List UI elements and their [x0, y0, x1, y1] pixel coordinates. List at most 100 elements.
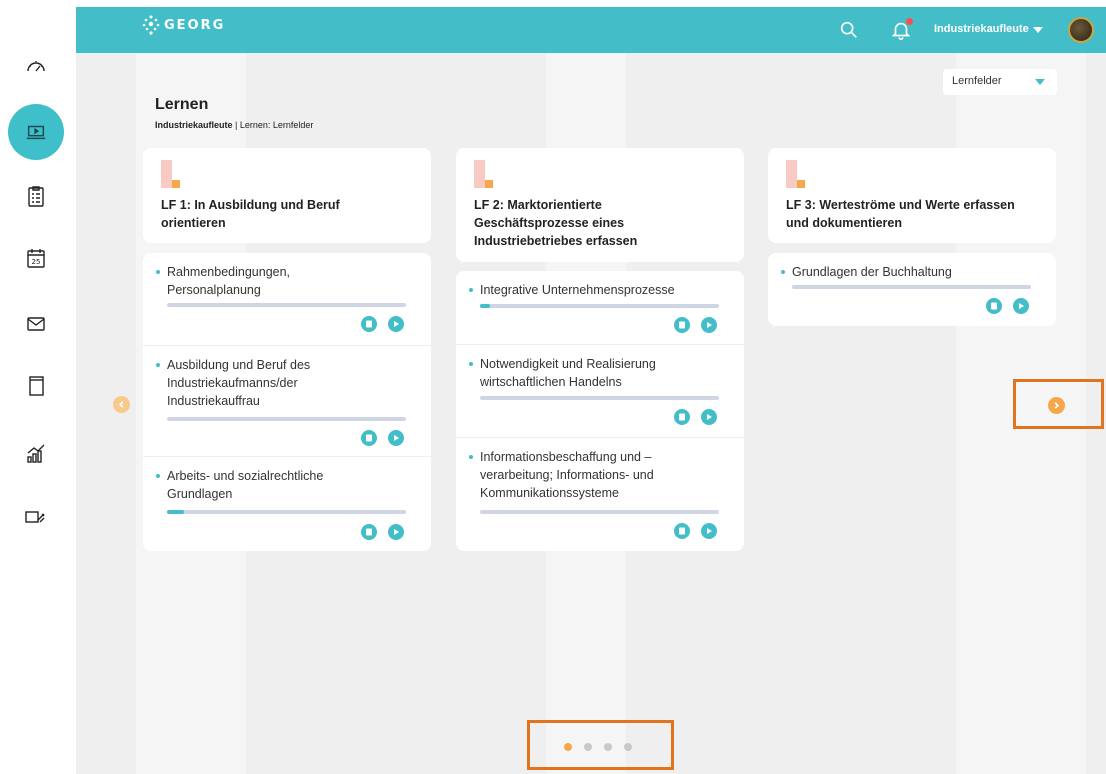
- list-item[interactable]: Grundlagen der Buchhaltung: [768, 253, 1056, 326]
- search-icon[interactable]: [838, 19, 860, 41]
- play-icon: [394, 435, 399, 441]
- highlight-box: [1013, 379, 1104, 429]
- lernfeld-title: LF 1: In Ausbildung und Beruf orientieren: [161, 198, 340, 230]
- topic-label: Informationsbeschaffung und – verarbeitun…: [480, 450, 654, 500]
- progress-bar: [480, 396, 719, 400]
- progress-bar: [167, 510, 406, 514]
- topic-label: Integrative Unternehmensprozesse: [480, 283, 675, 297]
- play-button[interactable]: [701, 409, 717, 425]
- topic-list: Grundlagen der Buchhaltung: [768, 253, 1056, 326]
- user-course-name[interactable]: Industriekaufleute: [934, 23, 1029, 35]
- main-content: GEORG Industriekaufleute Lernfelder Lern…: [76, 7, 1106, 774]
- play-icon: [394, 529, 399, 535]
- notes-button[interactable]: [986, 298, 1002, 314]
- play-button[interactable]: [701, 523, 717, 539]
- notification-badge: [906, 18, 913, 25]
- notes-button[interactable]: [361, 524, 377, 540]
- play-icon: [707, 528, 712, 534]
- clipboard-icon: [366, 320, 372, 328]
- calendar-day-label: 25: [32, 258, 41, 266]
- play-button[interactable]: [1013, 298, 1029, 314]
- dashboard-gauge-icon[interactable]: [18, 48, 54, 84]
- list-item[interactable]: Rahmenbedingungen, Personalplanung: [143, 253, 431, 345]
- notification-bell[interactable]: [890, 18, 913, 41]
- play-icon: [394, 321, 399, 327]
- topic-label: Rahmenbedingungen, Personalplanung: [167, 265, 291, 297]
- bullet: [469, 455, 473, 459]
- sidebar: 25: [0, 0, 76, 774]
- topic-list: Integrative Unternehmensprozesse Notwend…: [456, 271, 744, 551]
- lernfeld-icon: [474, 160, 494, 190]
- progress-bar: [480, 304, 719, 308]
- page-title: Lernen: [155, 96, 209, 113]
- list-item[interactable]: Notwendigkeit und Realisierung wirtschaft…: [456, 344, 744, 437]
- carousel-prev-button[interactable]: [113, 396, 130, 413]
- list-item[interactable]: Ausbildung und Beruf des Industriekaufman…: [143, 345, 431, 456]
- progress-bar: [167, 303, 406, 307]
- topic-label: Arbeits- und sozialrechtliche Grundlagen: [167, 469, 324, 501]
- clipboard-icon: [679, 413, 685, 421]
- notes-button[interactable]: [674, 317, 690, 333]
- chevron-left-icon: [119, 401, 124, 408]
- play-button[interactable]: [388, 316, 404, 332]
- notes-button[interactable]: [361, 430, 377, 446]
- breadcrumb-course[interactable]: Industriekaufleute: [155, 120, 233, 130]
- avatar[interactable]: [1068, 17, 1094, 43]
- lernfeld-title: LF 2: Marktorientierte Geschäftsprozesse …: [474, 198, 638, 248]
- lernfeld-card-header[interactable]: LF 2: Marktorientierte Geschäftsprozesse …: [456, 148, 744, 262]
- clipboard-icon: [679, 321, 685, 329]
- checklist-clipboard-icon[interactable]: [18, 178, 54, 214]
- chevron-down-icon: [1035, 79, 1045, 85]
- logo-mark-icon: [142, 15, 160, 35]
- notes-button[interactable]: [361, 316, 377, 332]
- georg-logo[interactable]: GEORG: [142, 14, 225, 36]
- play-button[interactable]: [701, 317, 717, 333]
- list-item[interactable]: Informationsbeschaffung und – verarbeitun…: [456, 437, 744, 551]
- topic-list: Rahmenbedingungen, Personalplanung Ausbil…: [143, 253, 431, 551]
- tools-icon[interactable]: [18, 498, 54, 534]
- view-select-value: Lernfelder: [952, 75, 1002, 87]
- bullet: [156, 474, 160, 478]
- view-select[interactable]: Lernfelder: [943, 69, 1057, 95]
- progress-bar: [480, 510, 719, 514]
- lernfeld-icon: [786, 160, 806, 190]
- lernfeld-icon: [161, 160, 181, 190]
- play-button[interactable]: [388, 524, 404, 540]
- clipboard-icon: [991, 302, 997, 310]
- list-item[interactable]: Arbeits- und sozialrechtliche Grundlagen: [143, 456, 431, 551]
- mail-icon[interactable]: [18, 306, 54, 342]
- bullet: [781, 270, 785, 274]
- bullet: [156, 270, 160, 274]
- logo-text: GEORG: [164, 17, 226, 33]
- top-bar: GEORG Industriekaufleute: [76, 7, 1106, 53]
- learning-laptop-icon[interactable]: [8, 104, 64, 160]
- bullet: [469, 288, 473, 292]
- topic-label: Ausbildung und Beruf des Industriekaufman…: [167, 358, 311, 408]
- notes-button[interactable]: [674, 409, 690, 425]
- book-icon[interactable]: [18, 368, 54, 404]
- chevron-down-icon[interactable]: [1033, 27, 1043, 33]
- breadcrumb-path: | Lernen: Lernfelder: [232, 120, 314, 130]
- play-icon: [707, 322, 712, 328]
- lernfeld-card-header[interactable]: LF 1: In Ausbildung und Beruf orientieren: [143, 148, 431, 243]
- notes-button[interactable]: [674, 523, 690, 539]
- lernfeld-card-header[interactable]: LF 3: Werteströme und Werte erfassen und …: [768, 148, 1056, 243]
- lernfeld-title: LF 3: Werteströme und Werte erfassen und …: [786, 198, 1015, 230]
- topic-label: Notwendigkeit und Realisierung wirtschaft…: [480, 357, 656, 389]
- calendar-icon[interactable]: 25: [18, 240, 54, 276]
- list-item[interactable]: Integrative Unternehmensprozesse: [456, 271, 744, 344]
- clipboard-icon: [366, 434, 372, 442]
- highlight-box: [527, 720, 674, 770]
- bullet: [156, 363, 160, 367]
- progress-bar: [167, 417, 406, 421]
- topic-label: Grundlagen der Buchhaltung: [792, 265, 952, 279]
- progress-bar: [792, 285, 1031, 289]
- play-button[interactable]: [388, 430, 404, 446]
- play-icon: [1019, 303, 1024, 309]
- play-icon: [707, 414, 712, 420]
- clipboard-icon: [366, 528, 372, 536]
- clipboard-icon: [679, 527, 685, 535]
- bullet: [469, 362, 473, 366]
- breadcrumb: Industriekaufleute | Lernen: Lernfelder: [155, 120, 313, 130]
- statistics-chart-icon[interactable]: [18, 436, 54, 472]
